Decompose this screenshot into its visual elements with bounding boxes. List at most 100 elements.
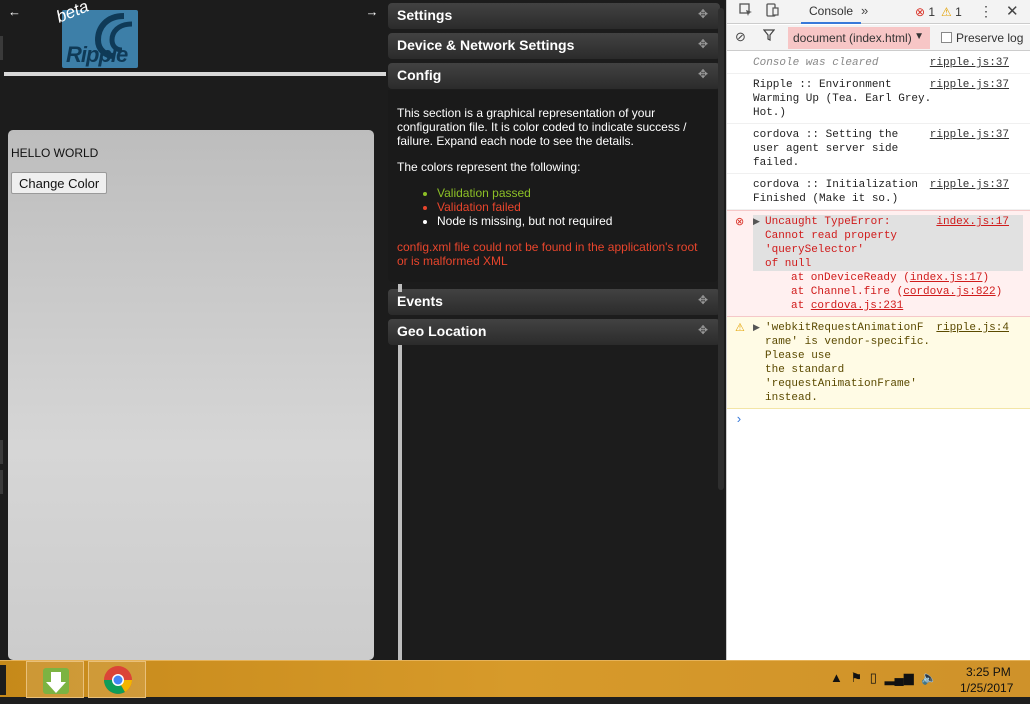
- stack-link[interactable]: cordova.js:231: [811, 300, 903, 312]
- expand-icon[interactable]: ✥: [698, 324, 708, 336]
- device-screen: HELLO WORLD Change Color: [8, 130, 374, 660]
- chrome-icon: [104, 666, 132, 694]
- more-tabs-icon[interactable]: »: [861, 3, 868, 18]
- error-count: 1: [928, 5, 936, 19]
- console-prompt[interactable]: ›: [727, 409, 1030, 430]
- windows-taskbar: ▲ ⚑ ▯ ▂▄▆ 🔈 3:25 PM 1/25/2017: [0, 660, 1030, 698]
- battery-icon[interactable]: ▯: [870, 670, 877, 685]
- panel-title: Device & Network Settings: [397, 37, 575, 53]
- tab-console[interactable]: Console: [801, 0, 862, 24]
- legend-node-missing: Node is missing, but not required: [437, 214, 707, 228]
- console-message: cordova :: Initialization Finished (Make…: [727, 174, 1030, 210]
- error-count-badge[interactable]: ⊗ 1: [915, 5, 935, 19]
- config-intro-text: This section is a graphical representati…: [397, 106, 687, 148]
- source-link[interactable]: ripple.js:37: [930, 56, 1009, 70]
- taskbar-stub[interactable]: [0, 665, 6, 695]
- action-center-flag-icon[interactable]: ⚑: [851, 670, 863, 685]
- panels-scrollbar[interactable]: [718, 8, 724, 490]
- volume-muted-icon[interactable]: 🔈: [921, 670, 937, 685]
- hello-world-text: HELLO WORLD: [11, 146, 99, 160]
- context-selector[interactable]: document (index.html) ▼: [788, 27, 930, 49]
- expand-triangle-icon[interactable]: ▶: [753, 321, 760, 335]
- stack-link[interactable]: cordova.js:822: [903, 286, 995, 298]
- close-icon[interactable]: ✕: [1006, 2, 1019, 20]
- console-warning-message: ⚠ ▶ 'webkitRequestAnimationF rame' is ve…: [727, 317, 1030, 409]
- warning-count: 1: [955, 5, 962, 19]
- show-hidden-icons-icon[interactable]: ▲: [830, 670, 843, 685]
- expand-icon[interactable]: ✥: [698, 294, 708, 306]
- console-filter-bar: ⊘ document (index.html) ▼ Preserve log: [727, 25, 1030, 51]
- source-link[interactable]: ripple.js:37: [930, 78, 1009, 92]
- config-error-message: config.xml file could not be found in th…: [397, 240, 698, 268]
- panel-header-geo-location[interactable]: Geo Location ✥: [388, 319, 720, 345]
- legend-validation-failed: Validation failed: [437, 200, 707, 214]
- panel-header-settings[interactable]: Settings ✥: [388, 3, 720, 29]
- stack-frame: at onDeviceReady (index.js:17): [791, 272, 990, 284]
- collapse-right-arrow-icon[interactable]: →: [362, 4, 382, 22]
- stack-link[interactable]: index.js:17: [910, 272, 983, 284]
- source-link[interactable]: index.js:17: [936, 215, 1009, 229]
- panel-title: Events: [397, 293, 443, 309]
- ripple-emulator-area: ← beta Ripple → HELLO WORLD Change Color: [0, 0, 386, 660]
- preserve-log-label: Preserve log: [956, 31, 1024, 45]
- console-message: cordova :: Setting the user agent server…: [727, 124, 1030, 174]
- left-side-tab[interactable]: [0, 470, 3, 494]
- inspect-element-icon[interactable]: [737, 3, 755, 21]
- more-options-icon[interactable]: ⋮: [979, 3, 993, 20]
- left-side-tab[interactable]: [0, 36, 3, 60]
- taskbar-app-chrome[interactable]: [88, 661, 146, 698]
- clock-date[interactable]: 1/25/2017: [960, 681, 1013, 695]
- device-top-divider: [4, 72, 386, 76]
- expand-icon[interactable]: ✥: [698, 8, 708, 20]
- error-icon: ⊗: [735, 215, 745, 228]
- panel-title: Settings: [397, 7, 453, 23]
- source-link[interactable]: ripple.js:37: [930, 128, 1009, 142]
- warning-icon: ⚠: [735, 321, 745, 334]
- stack-frame: at cordova.js:231: [791, 300, 904, 312]
- preserve-log-checkbox[interactable]: Preserve log: [941, 31, 1023, 45]
- android-download-icon: [43, 668, 69, 694]
- source-link[interactable]: ripple.js:4: [936, 321, 1009, 335]
- console-message: Ripple :: Environment Warming Up (Tea. E…: [727, 74, 1030, 124]
- dropdown-caret-icon: ▼: [914, 31, 924, 42]
- checkbox-box[interactable]: [941, 32, 952, 43]
- legend-validation-passed: Validation passed: [437, 186, 707, 200]
- panel-header-device-network[interactable]: Device & Network Settings ✥: [388, 33, 720, 59]
- ripple-settings-panels: Settings ✥ Device & Network Settings ✥ C…: [386, 0, 726, 660]
- clear-console-icon[interactable]: ⊘: [735, 29, 746, 45]
- colors-intro-text: The colors represent the following:: [397, 160, 581, 174]
- console-error-message: ⊗ ▶ Uncaught TypeError: Cannot read prop…: [727, 210, 1030, 317]
- left-side-tab[interactable]: [0, 440, 3, 464]
- collapse-left-arrow-icon[interactable]: ←: [8, 4, 28, 22]
- panel-title: Geo Location: [397, 323, 487, 339]
- network-icon[interactable]: ▂▄▆: [885, 670, 914, 685]
- console-message: Console was cleared ripple.js:37: [727, 52, 1030, 74]
- panel-title: Config: [397, 67, 442, 83]
- ripple-logo-text: Ripple: [66, 42, 128, 67]
- warning-icon: ⚠: [941, 5, 952, 19]
- error-icon: ⊗: [915, 5, 926, 19]
- panel-header-events[interactable]: Events ✥: [388, 289, 720, 315]
- expand-triangle-icon[interactable]: ▶: [753, 215, 760, 229]
- device-toolbar-icon[interactable]: [763, 3, 781, 21]
- devtools-panel: Console » ⊗ 1 ⚠ 1 ⋮ ✕ ⊘ document (index.…: [726, 0, 1030, 660]
- change-color-button[interactable]: Change Color: [11, 172, 108, 194]
- color-legend-list: Validation passed Validation failed Node…: [397, 186, 707, 228]
- ripple-logo: beta Ripple: [53, 0, 140, 68]
- context-label: document (index.html): [793, 31, 912, 45]
- source-link[interactable]: ripple.js:37: [930, 178, 1009, 192]
- panel-edge-stripe: [398, 284, 402, 292]
- console-log: Console was cleared ripple.js:37 Ripple …: [727, 52, 1030, 430]
- config-panel-body: This section is a graphical representati…: [388, 90, 718, 282]
- warning-count-badge[interactable]: ⚠ 1: [941, 5, 962, 19]
- taskbar-app-android-sdk[interactable]: [26, 661, 84, 698]
- clock-time[interactable]: 3:25 PM: [966, 665, 1011, 679]
- devtools-toolbar: Console » ⊗ 1 ⚠ 1 ⋮ ✕: [727, 0, 1030, 24]
- system-tray: ▲ ⚑ ▯ ▂▄▆ 🔈: [830, 670, 942, 686]
- panel-header-config[interactable]: Config ✥: [388, 63, 720, 89]
- panel-edge-stripe: [398, 345, 402, 660]
- expand-icon[interactable]: ✥: [698, 68, 708, 80]
- filter-icon[interactable]: [762, 29, 776, 44]
- expand-icon[interactable]: ✥: [698, 38, 708, 50]
- stack-frame: at Channel.fire (cordova.js:822): [791, 286, 1003, 298]
